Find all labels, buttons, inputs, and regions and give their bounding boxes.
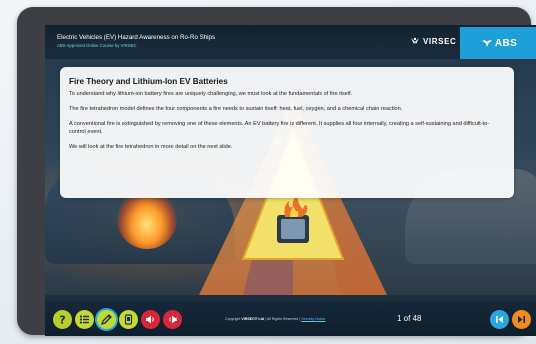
previous-icon	[496, 316, 503, 323]
book-icon	[124, 314, 133, 325]
svg-text:?: ?	[59, 314, 65, 327]
menu-list-icon	[79, 315, 89, 324]
abs-logo-text: ABS	[494, 37, 518, 49]
audio-off-button[interactable]	[141, 310, 160, 329]
next-button[interactable]	[512, 310, 531, 329]
next-icon	[518, 316, 525, 323]
virsec-logo: VIRSEC	[410, 35, 456, 47]
slide-title: Fire Theory and Lithium-Ion EV Batteries	[69, 77, 228, 86]
course-footer: ? Copyright VIRSEC® Ltd | All Rights Res…	[45, 301, 536, 336]
virsec-logo-text: VIRSEC	[423, 36, 457, 46]
abs-eagle-icon	[481, 40, 492, 47]
slide-paragraph: A conventional fire is extinguished by r…	[69, 121, 490, 135]
copyright-prefix: Copyright	[225, 317, 241, 321]
glossary-button[interactable]	[119, 310, 138, 329]
help-button[interactable]: ?	[53, 310, 72, 329]
device-frame: Electric Vehicles (EV) Hazard Awareness …	[17, 7, 536, 336]
copyright-notice: Copyright VIRSEC® Ltd | All Rights Reser…	[225, 317, 325, 321]
course-subtitle: ABS Approved Online Course by VIRSEC	[57, 43, 137, 48]
notes-button[interactable]	[97, 310, 116, 329]
course-screen: Electric Vehicles (EV) Hazard Awareness …	[45, 25, 536, 336]
course-header: Electric Vehicles (EV) Hazard Awareness …	[45, 25, 536, 59]
security-notice-link[interactable]: Security Notice	[301, 317, 325, 321]
menu-button[interactable]	[75, 310, 94, 329]
slide-paragraph: To understand why lithium-ion battery fi…	[69, 91, 353, 97]
page-counter: 1 of 48	[397, 314, 422, 323]
slide-content-card: Fire Theory and Lithium-Ion EV Batteries…	[60, 67, 514, 198]
slide-paragraph: We will look at the fire tetrahedron in …	[69, 144, 233, 150]
pencil-icon	[100, 314, 112, 326]
copyright-company: VIRSEC® Ltd	[241, 317, 265, 321]
abs-logo: ABS	[460, 27, 536, 59]
audio-on-button[interactable]	[163, 310, 182, 329]
help-icon: ?	[59, 314, 65, 327]
speaker-icon	[169, 315, 177, 324]
slide-paragraph: The fire tetrahedron model defines the f…	[69, 106, 403, 112]
speaker-mute-icon	[146, 315, 154, 324]
copyright-suffix: | All Rights Reserved |	[265, 317, 301, 321]
course-title: Electric Vehicles (EV) Hazard Awareness …	[57, 34, 216, 41]
virsec-logo-icon	[411, 37, 419, 44]
previous-button[interactable]	[490, 310, 509, 329]
